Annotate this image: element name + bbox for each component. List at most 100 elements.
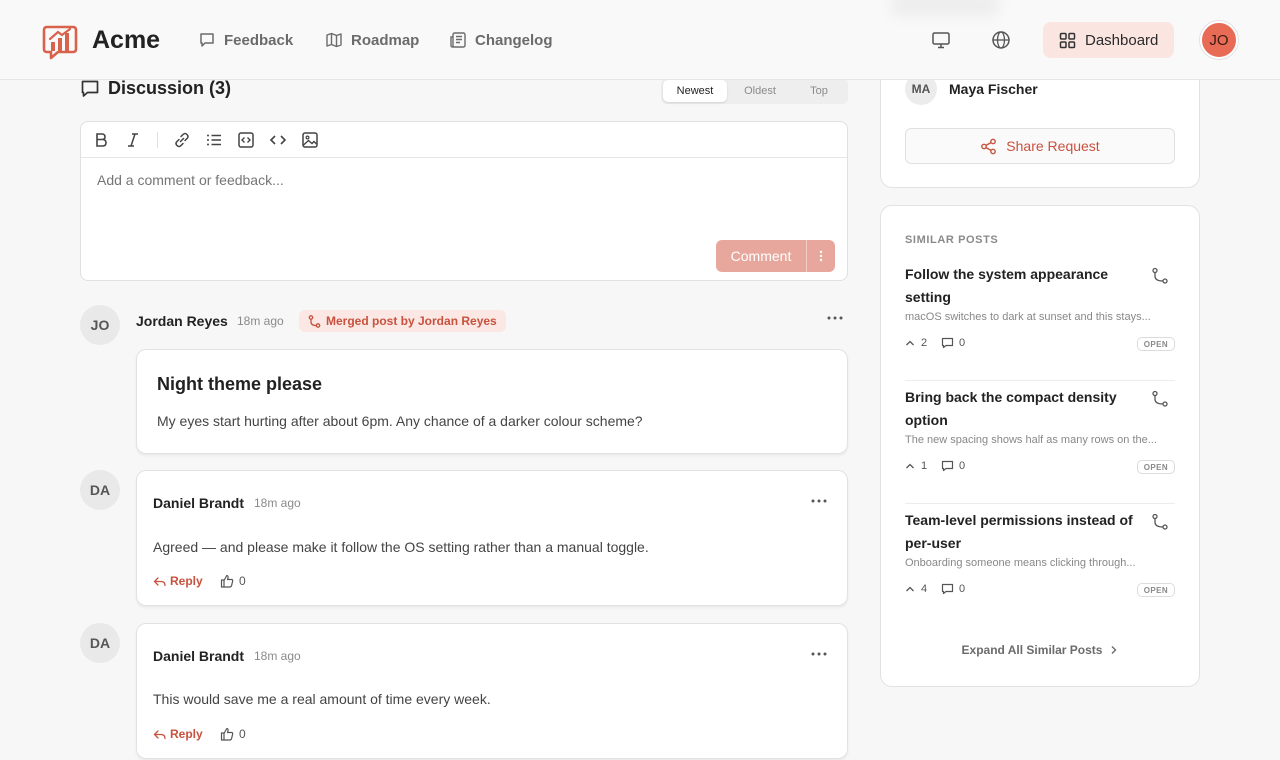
- dashboard-label: Dashboard: [1085, 31, 1159, 49]
- similar-post-item[interactable]: Bring back the compact density option Th…: [905, 386, 1175, 504]
- comment-card: Daniel Brandt 18m ago Agreed — and pleas…: [136, 470, 848, 606]
- commenter-avatar[interactable]: DA: [80, 623, 120, 663]
- map-icon: [326, 32, 342, 48]
- acme-logo-icon[interactable]: [42, 24, 78, 60]
- similar-post-comments: 0: [941, 583, 965, 595]
- bulleted-list-icon[interactable]: [205, 131, 223, 149]
- commenter-avatar[interactable]: DA: [80, 470, 120, 510]
- comment-card: Daniel Brandt 18m ago This would save me…: [136, 623, 848, 759]
- reply-button[interactable]: Reply: [153, 727, 203, 741]
- tab-oldest[interactable]: Oldest: [727, 80, 793, 102]
- merged-badge-label: Merged post by Jordan Reyes: [326, 314, 497, 328]
- tab-top[interactable]: Top: [793, 80, 845, 102]
- merge-icon[interactable]: [1151, 390, 1169, 408]
- sort-tabs: Newest Oldest Top: [661, 78, 848, 104]
- dashboard-button[interactable]: Dashboard: [1043, 22, 1174, 58]
- tab-newest[interactable]: Newest: [663, 80, 727, 102]
- editor-toolbar: [81, 122, 847, 158]
- status-badge: OPEN: [1136, 583, 1175, 597]
- nav-changelog[interactable]: Changelog: [449, 30, 553, 50]
- nav-roadmap-label: Roadmap: [351, 31, 420, 49]
- merged-post-body: My eyes start hurting after about 6pm. A…: [157, 413, 643, 429]
- similar-post-title: Follow the system appearance setting: [905, 266, 1109, 305]
- thumbs-up-icon: [220, 727, 234, 741]
- follower-name[interactable]: Maya Fischer: [949, 81, 1038, 97]
- similar-post-title: Bring back the compact density option: [905, 389, 1117, 428]
- similar-post-description: macOS switches to dark at sunset and thi…: [905, 311, 1151, 323]
- similar-post-comments: 0: [941, 460, 965, 472]
- italic-icon[interactable]: [124, 131, 142, 149]
- merge-icon: [308, 314, 321, 328]
- comment-submit-button[interactable]: Comment: [716, 240, 806, 272]
- like-button[interactable]: 0: [220, 727, 246, 741]
- reply-label: Reply: [170, 727, 203, 741]
- chevron-right-icon: [1111, 646, 1117, 654]
- similar-post-description: The new spacing shows half as many rows …: [905, 434, 1157, 446]
- comment-author[interactable]: Daniel Brandt: [153, 648, 244, 664]
- thumbs-up-icon: [220, 574, 234, 588]
- comment-icon: [941, 583, 954, 595]
- image-icon[interactable]: [301, 131, 319, 149]
- vote-count: 2: [921, 337, 928, 349]
- like-button[interactable]: 0: [220, 574, 246, 588]
- merged-post-card: Night theme please My eyes start hurting…: [136, 349, 848, 454]
- similar-post-votes: 1: [905, 460, 927, 472]
- comment-time: 18m ago: [254, 496, 301, 510]
- merged-post-author[interactable]: Jordan Reyes: [136, 313, 228, 329]
- similar-posts-card: SIMILAR POSTS Follow the system appearan…: [880, 205, 1200, 687]
- similar-post-title: Team-level permissions instead of per-us…: [905, 512, 1133, 551]
- discussion-heading: Discussion (3): [80, 78, 231, 99]
- monitor-icon[interactable]: [930, 29, 952, 51]
- code-icon[interactable]: [269, 131, 287, 149]
- similar-post-item[interactable]: Team-level permissions instead of per-us…: [905, 509, 1175, 627]
- speech-bubble-icon: [200, 33, 214, 47]
- share-icon: [981, 138, 997, 154]
- merge-icon[interactable]: [1151, 513, 1169, 531]
- similar-post-votes: 2: [905, 337, 927, 349]
- upvote-chevron-icon: [906, 340, 914, 346]
- similar-post-item[interactable]: Follow the system appearance setting mac…: [905, 263, 1175, 381]
- comment-count: 0: [959, 460, 966, 472]
- globe-icon[interactable]: [990, 29, 1012, 51]
- grid-icon: [1059, 32, 1076, 48]
- similar-post-description: Onboarding someone means clicking throug…: [905, 557, 1136, 569]
- nav-roadmap[interactable]: Roadmap: [325, 30, 419, 50]
- more-options-icon[interactable]: [825, 313, 845, 323]
- user-avatar[interactable]: JO: [1200, 21, 1238, 59]
- reply-arrow-icon: [153, 729, 166, 739]
- like-count: 0: [239, 574, 246, 588]
- blurred-decoration: [890, 0, 1000, 16]
- comment-options-button[interactable]: [806, 240, 835, 272]
- share-request-button[interactable]: Share Request: [905, 128, 1175, 164]
- upvote-chevron-icon: [906, 586, 914, 592]
- merge-icon[interactable]: [1151, 267, 1169, 285]
- merged-post-title: Night theme please: [157, 374, 323, 394]
- comment-count: 0: [959, 337, 966, 349]
- reply-label: Reply: [170, 574, 203, 588]
- nav-feedback[interactable]: Feedback: [198, 30, 293, 50]
- share-request-label: Share Request: [1006, 138, 1100, 154]
- more-options-icon[interactable]: [809, 496, 829, 506]
- similar-posts-heading: SIMILAR POSTS: [905, 234, 999, 246]
- author-avatar[interactable]: JO: [80, 305, 120, 345]
- status-badge: OPEN: [1136, 460, 1175, 474]
- upvote-chevron-icon: [906, 463, 914, 469]
- comment-input[interactable]: [97, 172, 827, 188]
- merged-post-time: 18m ago: [237, 314, 284, 328]
- reply-button[interactable]: Reply: [153, 574, 203, 588]
- link-icon[interactable]: [173, 131, 191, 149]
- code-block-icon[interactable]: [237, 131, 255, 149]
- comment-author[interactable]: Daniel Brandt: [153, 495, 244, 511]
- expand-similar-posts-button[interactable]: Expand All Similar Posts: [881, 643, 1199, 657]
- similar-post-comments: 0: [941, 337, 965, 349]
- like-count: 0: [239, 727, 246, 741]
- more-options-icon[interactable]: [809, 649, 829, 659]
- nav-changelog-label: Changelog: [475, 31, 553, 49]
- bold-icon[interactable]: [92, 131, 110, 149]
- comment-body: Agreed — and please make it follow the O…: [153, 539, 649, 555]
- top-header: Acme Feedback Roadmap Changelog Dashboar…: [0, 0, 1280, 80]
- brand-name[interactable]: Acme: [92, 26, 160, 55]
- vote-count: 4: [921, 583, 928, 595]
- merged-badge: Merged post by Jordan Reyes: [299, 310, 506, 332]
- comment-editor: Comment: [80, 121, 848, 281]
